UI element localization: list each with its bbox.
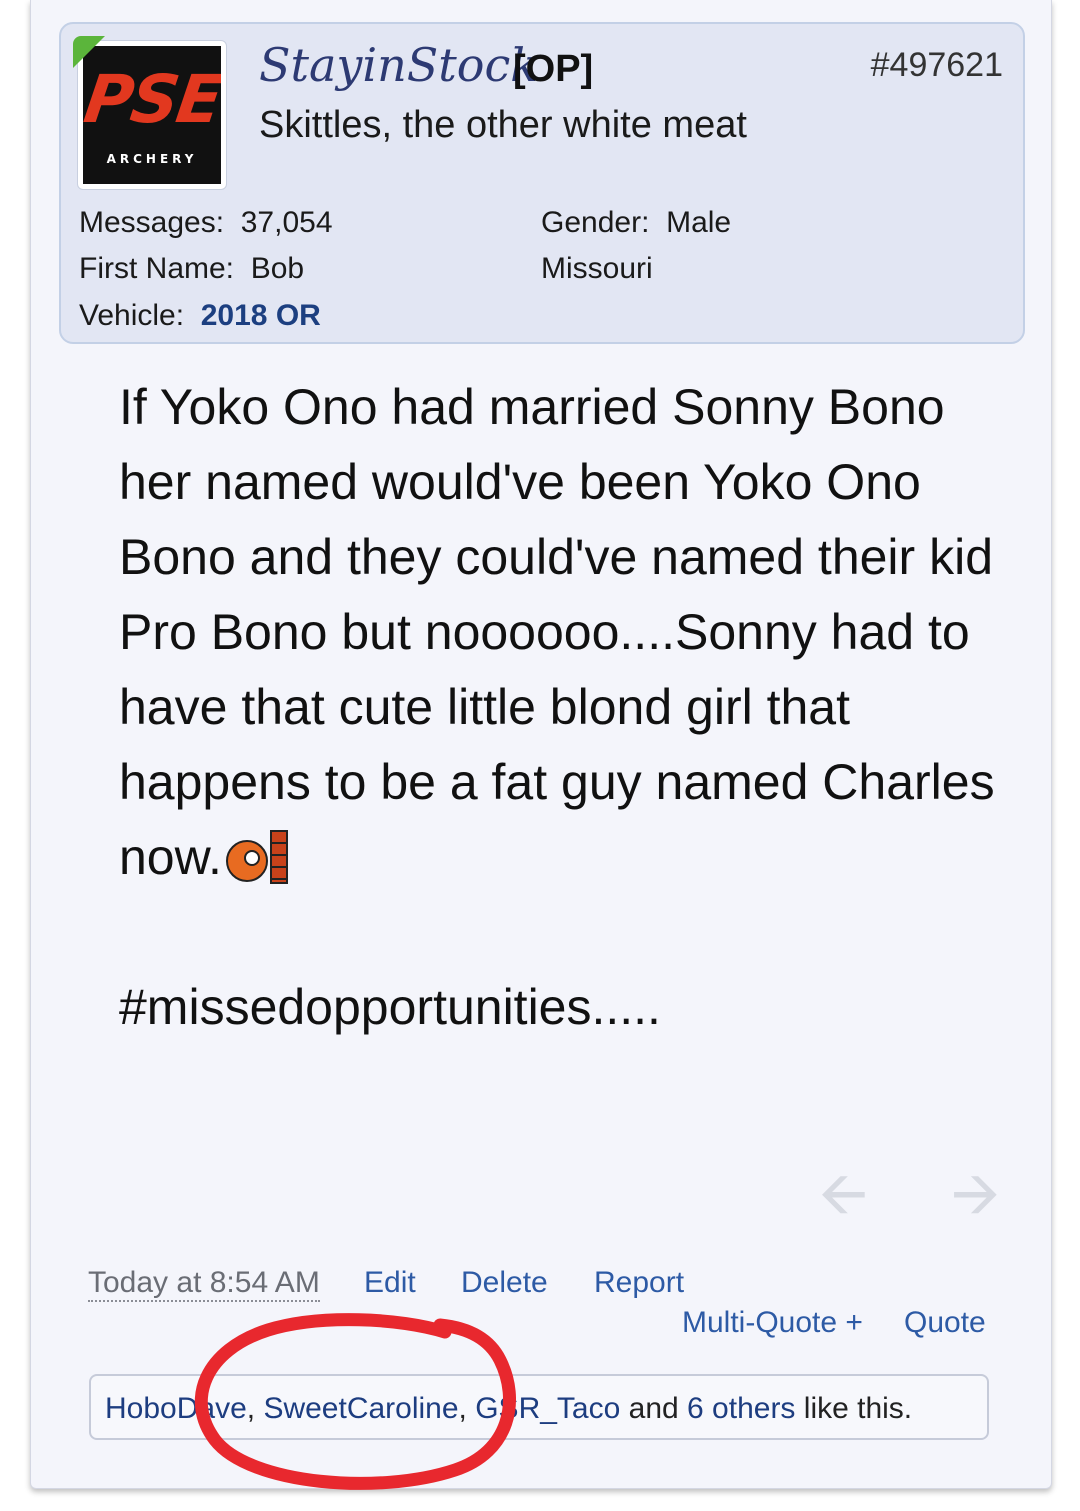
likes-separator: , (246, 1392, 264, 1425)
likes-suffix: like this. (795, 1392, 913, 1425)
likes-and-text: and (620, 1392, 688, 1425)
avatar-logo-subtext: ARCHERY (106, 152, 198, 166)
user-title: Skittles, the other white meat (259, 104, 747, 146)
likes-separator: , (458, 1392, 476, 1425)
online-indicator-icon (73, 36, 105, 68)
stat-gender: Gender: Male (541, 206, 731, 240)
user-info-box: PSE ARCHERY StayinStock [OP] Skittles, t… (59, 22, 1025, 344)
post-number-link[interactable]: #497621 (871, 46, 1003, 85)
stat-vehicle-label: Vehicle: (79, 299, 185, 332)
head-bang-wall-icon (222, 830, 292, 884)
post-message: If Yoko Ono had married Sonny Bono her n… (119, 370, 1029, 1045)
stat-gender-value: Male (666, 206, 732, 239)
stat-gender-label: Gender: (541, 206, 650, 239)
post-timestamp[interactable]: Today at 8:54 AM (88, 1266, 320, 1302)
edit-link[interactable]: Edit (364, 1266, 416, 1300)
likes-others-link[interactable]: 6 others (687, 1392, 795, 1425)
multi-quote-link[interactable]: Multi-Quote + (682, 1306, 863, 1340)
stat-vehicle-link[interactable]: 2018 OR (201, 299, 321, 332)
arrow-left-icon[interactable]: 🡨 (819, 1150, 868, 1252)
report-link[interactable]: Report (594, 1266, 684, 1300)
stat-messages-value: 37,054 (240, 206, 333, 239)
stat-first-name: First Name: Bob (79, 252, 304, 286)
like-user-link[interactable]: GSR_Taco (475, 1392, 620, 1425)
op-badge: [OP] (513, 48, 594, 90)
stat-messages-label: Messages: (79, 206, 225, 239)
stat-messages: Messages: 37,054 (79, 206, 333, 240)
quote-link[interactable]: Quote (904, 1306, 986, 1340)
post-message-text: If Yoko Ono had married Sonny Bono her n… (119, 379, 995, 885)
arrow-right-icon[interactable]: 🡪 (951, 1150, 1000, 1252)
username-link[interactable]: StayinStock (259, 38, 538, 92)
stat-location: Missouri (541, 252, 653, 285)
forum-post: PSE ARCHERY StayinStock [OP] Skittles, t… (30, 0, 1052, 1489)
avatar-logo-text: PSE (83, 61, 221, 138)
like-user-link[interactable]: SweetCaroline (263, 1392, 458, 1425)
stat-vehicle: Vehicle: 2018 OR (79, 299, 321, 333)
like-user-link[interactable]: HoboDave (105, 1392, 247, 1425)
stat-first-name-label: First Name: (79, 252, 235, 285)
likes-summary: HoboDave, SweetCaroline, GSR_Taco and 6 … (89, 1374, 989, 1440)
delete-link[interactable]: Delete (461, 1266, 548, 1300)
stat-first-name-value: Bob (250, 252, 305, 285)
post-hashtag: #missedopportunities..... (119, 979, 661, 1035)
